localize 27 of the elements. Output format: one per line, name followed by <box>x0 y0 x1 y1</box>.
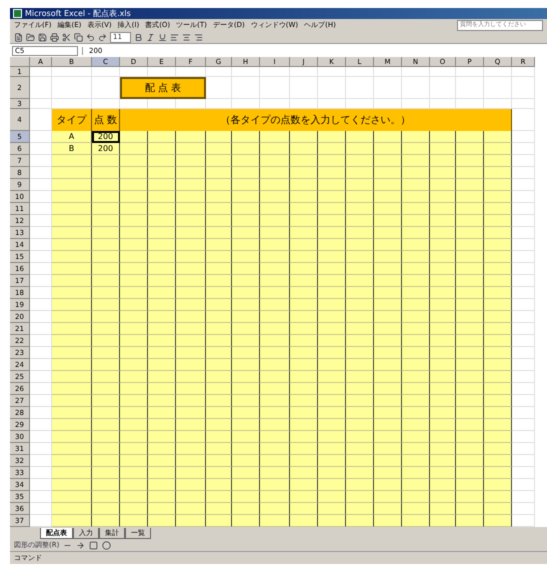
header-cell: 点 数 <box>92 109 120 131</box>
table-cell: B <box>52 143 92 155</box>
rectangle-icon[interactable] <box>89 540 98 550</box>
table-cell[interactable]: 200 <box>92 131 120 143</box>
new-file-icon[interactable] <box>14 32 23 42</box>
italic-icon[interactable] <box>146 32 155 42</box>
bold-icon[interactable] <box>134 32 143 42</box>
undo-icon[interactable] <box>86 32 95 42</box>
header-cell: タイプ <box>52 109 92 131</box>
folder-icon[interactable] <box>26 32 35 42</box>
window-title: Microsoft Excel - 配点表.xls <box>25 8 131 19</box>
scissors-icon[interactable] <box>62 32 71 42</box>
table-cell: A <box>52 131 92 143</box>
header-cell: （各タイプの点数を入力してください。） <box>120 109 512 131</box>
align-right-icon[interactable] <box>194 32 203 42</box>
save-icon[interactable] <box>38 32 47 42</box>
table-cell[interactable]: 200 <box>92 143 120 155</box>
title-cell: 配 点 表 <box>120 77 206 99</box>
app-icon <box>13 9 22 18</box>
arrow-icon[interactable] <box>76 540 86 550</box>
align-center-icon[interactable] <box>182 32 191 42</box>
copy-icon[interactable] <box>74 32 83 42</box>
align-left-icon[interactable] <box>170 32 179 42</box>
underline-icon[interactable] <box>158 32 167 42</box>
ellipse-icon[interactable] <box>102 540 112 550</box>
redo-icon[interactable] <box>98 32 107 42</box>
printer-icon[interactable] <box>50 32 59 42</box>
